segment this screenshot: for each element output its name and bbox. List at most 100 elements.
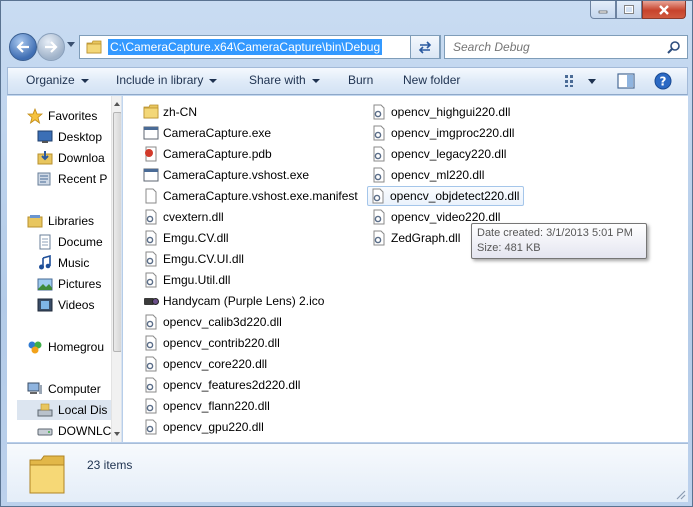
minimize-button[interactable] bbox=[590, 1, 616, 19]
file-name: opencv_calib3d220.dll bbox=[163, 315, 282, 329]
nav-pane-scrollbar[interactable] bbox=[111, 96, 121, 442]
dll-icon bbox=[145, 335, 157, 351]
file-item[interactable]: ZedGraph.dll bbox=[371, 228, 460, 248]
file-item[interactable]: opencv_features2d220.dll bbox=[143, 375, 300, 395]
nav-item-label: Videos bbox=[58, 298, 95, 312]
resize-grip-icon[interactable] bbox=[676, 490, 686, 500]
organize-menu[interactable]: Organize bbox=[26, 73, 89, 87]
scroll-down-arrow-icon[interactable] bbox=[114, 432, 120, 436]
file-item[interactable]: Emgu.CV.UI.dll bbox=[143, 249, 244, 269]
file-item[interactable]: opencv_legacy220.dll bbox=[371, 144, 506, 164]
close-button[interactable] bbox=[642, 1, 686, 19]
preview-pane-icon[interactable] bbox=[617, 73, 635, 89]
dll-icon bbox=[373, 167, 385, 183]
caption-buttons bbox=[590, 1, 686, 19]
maximize-icon bbox=[624, 4, 634, 14]
view-dropdown-icon[interactable] bbox=[588, 79, 596, 84]
nav-item-libraries[interactable]: Libraries bbox=[27, 211, 121, 231]
nav-item-label: Computer bbox=[48, 382, 101, 396]
star-icon bbox=[27, 108, 43, 124]
address-row: C:\CameraCapture.x64\CameraCapture\bin\D… bbox=[7, 31, 688, 63]
nav-item-label: Downloa bbox=[58, 151, 105, 165]
file-name: ZedGraph.dll bbox=[391, 231, 461, 245]
exe-icon bbox=[143, 126, 159, 140]
nav-item-documents[interactable]: Docume bbox=[37, 232, 121, 252]
search-icon[interactable] bbox=[667, 40, 681, 54]
scrollbar-thumb[interactable] bbox=[113, 112, 121, 352]
nav-item-label: Favorites bbox=[48, 109, 98, 123]
file-name: opencv_gpu220.dll bbox=[163, 420, 264, 434]
file-item[interactable]: opencv_contrib220.dll bbox=[143, 333, 280, 353]
burn-button[interactable]: Burn bbox=[348, 73, 373, 87]
file-name: opencv_ml220.dll bbox=[391, 168, 485, 182]
nav-item-homegroup[interactable]: Homegrou bbox=[27, 337, 121, 357]
forward-button[interactable] bbox=[37, 33, 65, 61]
videos-icon bbox=[37, 298, 53, 312]
file-item[interactable]: cvextern.dll bbox=[143, 207, 224, 227]
share-with-menu[interactable]: Share with bbox=[249, 73, 320, 87]
include-in-library-menu[interactable]: Include in library bbox=[116, 73, 218, 87]
file-item[interactable]: opencv_flann220.dll bbox=[143, 396, 270, 416]
dll-icon bbox=[145, 209, 157, 225]
file-item-hovered[interactable]: opencv_objdetect220.dll bbox=[367, 186, 525, 206]
file-item[interactable]: opencv_imgproc220.dll bbox=[371, 123, 514, 143]
nav-item-favorites[interactable]: Favorites bbox=[27, 106, 121, 126]
recent-pages-dropdown-icon[interactable] bbox=[67, 42, 75, 47]
nav-item-pictures[interactable]: Pictures bbox=[37, 274, 121, 294]
address-path[interactable]: C:\CameraCapture.x64\CameraCapture\bin\D… bbox=[108, 39, 383, 55]
file-item[interactable]: CameraCapture.pdb bbox=[143, 144, 272, 164]
file-name: Emgu.CV.UI.dll bbox=[163, 252, 244, 266]
include-in-library-label: Include in library bbox=[116, 73, 204, 87]
forward-arrow-icon bbox=[45, 41, 58, 53]
file-item[interactable]: CameraCapture.exe bbox=[143, 123, 271, 143]
file-item-zh-cn[interactable]: zh-CN bbox=[143, 102, 197, 122]
file-item[interactable]: opencv_ml220.dll bbox=[371, 165, 484, 185]
nav-item-recent-places[interactable]: Recent P bbox=[37, 169, 121, 189]
file-item[interactable]: opencv_core220.dll bbox=[143, 354, 267, 374]
file-item[interactable]: Handycam (Purple Lens) 2.ico bbox=[143, 291, 324, 311]
search-box[interactable] bbox=[444, 35, 688, 59]
details-pane: 23 items bbox=[7, 443, 688, 502]
address-bar[interactable]: C:\CameraCapture.x64\CameraCapture\bin\D… bbox=[79, 35, 441, 59]
downloads-icon bbox=[37, 151, 53, 165]
dll-icon bbox=[145, 377, 157, 393]
pictures-icon bbox=[37, 278, 53, 291]
nav-item-download-drive[interactable]: DOWNLC bbox=[37, 421, 121, 441]
nav-item-label: DOWNLC bbox=[58, 424, 112, 438]
nav-item-music[interactable]: Music bbox=[37, 253, 121, 273]
nav-item-videos[interactable]: Videos bbox=[37, 295, 121, 315]
computer-icon bbox=[27, 382, 42, 394]
nav-item-local-disk[interactable]: Local Dis bbox=[17, 400, 111, 420]
file-item[interactable]: Emgu.CV.dll bbox=[143, 228, 229, 248]
nav-item-label: Local Dis bbox=[58, 403, 108, 417]
file-item[interactable]: opencv_calib3d220.dll bbox=[143, 312, 282, 332]
maximize-button[interactable] bbox=[616, 1, 642, 19]
file-name: opencv_legacy220.dll bbox=[391, 147, 507, 161]
new-folder-button[interactable]: New folder bbox=[403, 73, 460, 87]
search-input[interactable] bbox=[445, 40, 655, 54]
back-button[interactable] bbox=[9, 33, 37, 61]
file-item[interactable]: CameraCapture.vshost.exe.manifest bbox=[143, 186, 358, 206]
view-options-icon[interactable] bbox=[564, 74, 580, 88]
file-item[interactable]: opencv_highgui220.dll bbox=[371, 102, 510, 122]
nav-item-computer[interactable]: Computer bbox=[27, 379, 121, 399]
dll-icon bbox=[145, 419, 157, 435]
nav-item-label: Recent P bbox=[58, 172, 108, 186]
file-item[interactable]: opencv_gpu220.dll bbox=[143, 417, 264, 437]
folder-icon bbox=[86, 40, 102, 54]
nav-item-desktop[interactable]: Desktop bbox=[37, 127, 121, 147]
help-icon[interactable]: ? bbox=[654, 72, 672, 90]
dll-icon bbox=[373, 146, 385, 162]
tooltip-size: Size: 481 KB bbox=[477, 242, 541, 254]
nav-item-downloads[interactable]: Downloa bbox=[37, 148, 121, 168]
explorer-window: C:\CameraCapture.x64\CameraCapture\bin\D… bbox=[0, 0, 693, 507]
file-item[interactable]: CameraCapture.vshost.exe bbox=[143, 165, 309, 185]
local-disk-icon bbox=[37, 403, 53, 417]
file-item[interactable]: Emgu.Util.dll bbox=[143, 270, 230, 290]
file-name: opencv_core220.dll bbox=[163, 357, 268, 371]
refresh-button[interactable] bbox=[410, 35, 440, 59]
nav-item-label: Music bbox=[58, 256, 90, 270]
item-count: 23 items bbox=[87, 458, 133, 472]
scroll-up-arrow-icon[interactable] bbox=[114, 102, 120, 106]
back-arrow-icon bbox=[16, 41, 29, 53]
